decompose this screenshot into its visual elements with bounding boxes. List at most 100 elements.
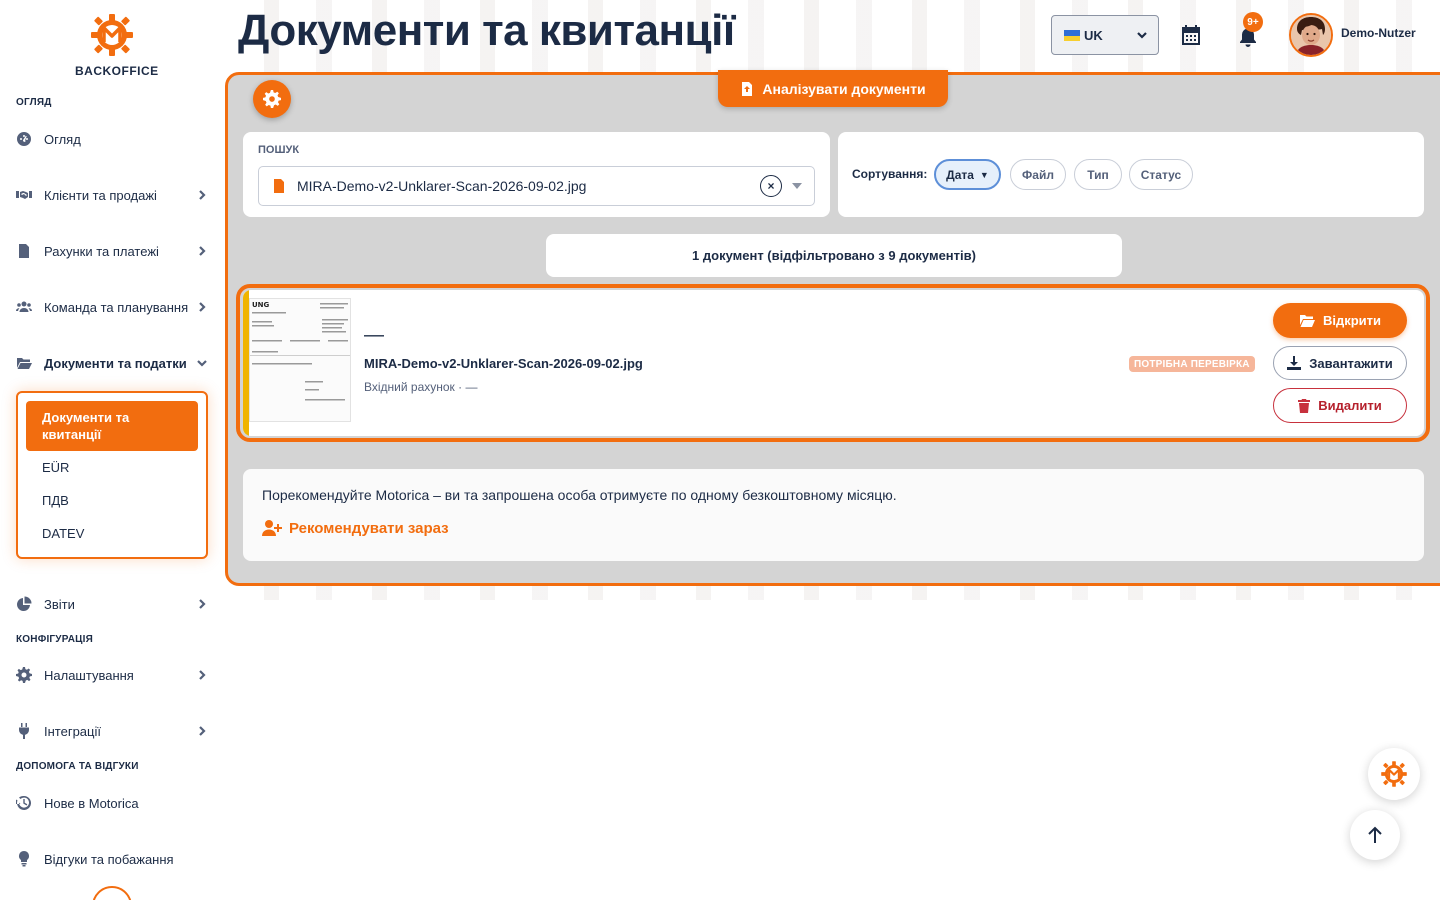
pie-chart-icon: [16, 596, 36, 612]
chevron-right-icon: [196, 725, 208, 737]
section-title-configuration: КОНФІГУРАЦІЯ: [16, 634, 93, 645]
file-upload-icon: [742, 81, 753, 96]
sidebar-item-label: Звіти: [44, 596, 75, 612]
section-title-help: ДОПОМОГА ТА ВІДГУКИ: [16, 761, 139, 772]
referral-link[interactable]: Рекомендувати зараз: [262, 519, 449, 537]
sidebar-item-label: Огляд: [44, 131, 81, 147]
sort-card: Сортування: Дата ▼ Файл Тип Статус: [838, 132, 1424, 217]
sidebar-item-overview[interactable]: Огляд: [16, 125, 208, 153]
sidebar-item-whats-new[interactable]: Нове в Motorica: [16, 789, 208, 817]
referral-link-label: Рекомендувати зараз: [289, 519, 449, 537]
sort-option-date[interactable]: Дата ▼: [934, 159, 1001, 190]
avatar[interactable]: [1289, 13, 1333, 57]
sidebar-item-feedback[interactable]: Відгуки та побажання: [16, 845, 208, 873]
users-icon: [16, 299, 36, 315]
language-select[interactable]: UK: [1051, 15, 1159, 55]
chevron-right-icon: [196, 189, 208, 201]
document-file-name[interactable]: MIRA-Demo-v2-Unklarer-Scan-2026-09-02.jp…: [364, 356, 643, 371]
trash-icon: [1298, 398, 1311, 413]
notification-badge: 9+: [1243, 12, 1263, 32]
sidebar-item-team-planning[interactable]: Команда та планування: [16, 293, 208, 321]
analyze-documents-label: Аналізувати документи: [762, 80, 926, 97]
assistant-button[interactable]: [1368, 748, 1420, 800]
gear-icon: [263, 90, 281, 108]
submenu-item-vat[interactable]: ПДВ: [42, 493, 69, 508]
submenu-item-documents-receipts[interactable]: Документи та квитанції: [26, 401, 198, 451]
submenu-item-eur[interactable]: EÜR: [42, 460, 69, 475]
sidebar-item-reports[interactable]: Звіти: [16, 590, 208, 618]
user-avatar-icon: [1291, 15, 1331, 55]
history-icon: [16, 795, 36, 811]
sidebar-item-label: Команда та планування: [44, 299, 189, 315]
section-title-overview: ОГЛЯД: [16, 97, 52, 108]
svg-text:UNG: UNG: [252, 301, 270, 309]
file-icon: [273, 179, 285, 193]
referral-text: Порекомендуйте Motorica – ви та запрошен…: [262, 487, 897, 503]
sort-option-label: Тип: [1087, 167, 1109, 182]
scroll-to-top-button[interactable]: [1350, 810, 1400, 860]
documents-submenu: Документи та квитанції EÜR ПДВ DATEV: [16, 391, 208, 559]
sidebar-item-label: Рахунки та платежі: [44, 243, 159, 259]
sidebar-collapse-button[interactable]: [92, 886, 132, 900]
sidebar-item-label: Налаштування: [44, 667, 134, 683]
sidebar-item-label: Відгуки та побажання: [44, 851, 174, 867]
chevron-down-icon: [1137, 32, 1147, 39]
open-label: Відкрити: [1322, 313, 1382, 328]
sort-option-type[interactable]: Тип: [1074, 159, 1122, 190]
gear-icon: [16, 667, 36, 683]
calendar-button[interactable]: [1180, 24, 1204, 48]
plug-icon: [16, 723, 36, 739]
search-input[interactable]: MIRA-Demo-v2-Unklarer-Scan-2026-09-02.jp…: [258, 166, 815, 206]
sidebar-item-settings[interactable]: Налаштування: [16, 661, 208, 689]
calendar-icon: [1182, 25, 1200, 45]
sort-option-label: Статус: [1140, 167, 1182, 182]
delete-label: Видалити: [1318, 398, 1382, 413]
sidebar-item-integrations[interactable]: Інтеграції: [16, 717, 208, 745]
user-name[interactable]: Demo-Nutzer: [1341, 26, 1416, 40]
brand-logo[interactable]: BACKOFFICE: [75, 12, 159, 78]
status-badge: ПОТРІБНА ПЕРЕВІРКА: [1129, 356, 1255, 372]
download-icon: [1287, 356, 1302, 370]
results-summary: 1 документ (відфільтровано з 9 документі…: [546, 234, 1122, 277]
download-document-button[interactable]: Завантажити: [1273, 346, 1407, 380]
folder-open-icon: [1299, 314, 1315, 327]
sort-option-status[interactable]: Статус: [1129, 159, 1193, 190]
sidebar-item-label: Документи та податки: [44, 355, 187, 371]
sidebar-item-invoices-payments[interactable]: Рахунки та платежі: [16, 237, 208, 265]
document-title: —: [364, 324, 384, 346]
sidebar: BACKOFFICE ОГЛЯД Огляд Клієнти та продаж…: [0, 0, 224, 900]
sidebar-item-label: Клієнти та продажі: [44, 187, 157, 203]
sidebar-item-clients-sales[interactable]: Клієнти та продажі: [16, 181, 208, 209]
sidebar-item-label: Інтеграції: [44, 723, 101, 739]
download-label: Завантажити: [1309, 355, 1393, 371]
document-thumbnail[interactable]: UNG: [249, 298, 351, 422]
analyze-documents-button[interactable]: Аналізувати документи: [718, 70, 948, 107]
chevron-right-icon: [196, 598, 208, 610]
document-card[interactable]: UNG — MIRA-Demo-v2-Unklarer-Scan-2026-09…: [243, 290, 1424, 436]
dropdown-caret-icon[interactable]: [792, 183, 802, 189]
referral-card: Порекомендуйте Motorica – ви та запрошен…: [243, 469, 1424, 561]
brand-name: BACKOFFICE: [75, 64, 159, 78]
clear-search-button[interactable]: ×: [760, 175, 782, 197]
chevron-down-icon: [196, 357, 208, 369]
chevron-right-icon: [196, 245, 208, 257]
sort-option-label: Файл: [1022, 167, 1054, 182]
sort-option-file[interactable]: Файл: [1010, 159, 1066, 190]
invoice-icon: [16, 243, 36, 259]
handshake-icon: [16, 187, 36, 203]
sidebar-item-label: Нове в Motorica: [44, 795, 139, 811]
sidebar-item-documents-taxes[interactable]: Документи та податки: [16, 349, 208, 377]
scanned-invoice-thumbnail: UNG: [250, 299, 350, 421]
sort-label: Сортування:: [852, 167, 928, 181]
open-document-button[interactable]: Відкрити: [1273, 303, 1407, 338]
delete-document-button[interactable]: Видалити: [1273, 388, 1407, 423]
chevron-right-icon: [196, 669, 208, 681]
ukraine-flag-icon: [1064, 29, 1080, 41]
lightbulb-icon: [16, 851, 36, 867]
panel-settings-button[interactable]: [253, 80, 291, 118]
search-label: ПОШУК: [258, 144, 300, 156]
search-value: MIRA-Demo-v2-Unklarer-Scan-2026-09-02.jp…: [297, 178, 587, 194]
user-plus-icon: [262, 520, 282, 536]
submenu-item-datev[interactable]: DATEV: [42, 526, 84, 541]
language-value: UK: [1084, 27, 1103, 43]
